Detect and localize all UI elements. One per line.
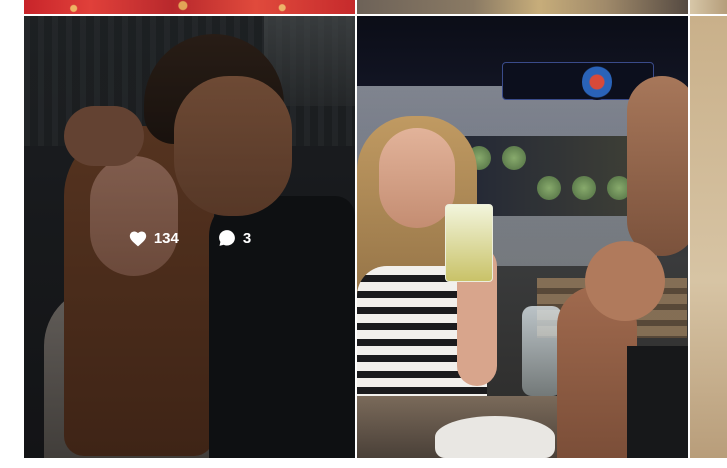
- post-thumbnail-hovered[interactable]: 134 3: [24, 16, 355, 458]
- photo-bowl: [435, 416, 555, 458]
- post-thumbnail[interactable]: [357, 16, 688, 458]
- photo-person-shirt: [627, 346, 688, 458]
- photo-dish: [572, 176, 596, 200]
- likes-count: 134: [153, 229, 179, 247]
- photo-dish: [537, 176, 561, 200]
- photo-person-face: [379, 128, 455, 228]
- photo-dish: [502, 146, 526, 170]
- photo-person-hand: [585, 241, 665, 321]
- comments-stat: 3: [217, 228, 251, 248]
- photo-beer-glass: [445, 204, 493, 282]
- photo-water-bottle: [522, 306, 562, 396]
- heart-icon: [128, 229, 148, 247]
- post-thumbnail-top-right[interactable]: [690, 0, 727, 14]
- post-thumbnail-partial[interactable]: [690, 16, 727, 458]
- photo-shop-logo: [582, 64, 612, 100]
- post-thumbnail-top-left[interactable]: [24, 0, 355, 14]
- comment-icon: [217, 228, 237, 248]
- thumbnail-pattern: [24, 0, 355, 14]
- likes-stat: 134: [128, 228, 179, 248]
- photo-person-face: [627, 76, 688, 256]
- comments-count: 3: [242, 229, 252, 247]
- post-stats: 134 3: [24, 228, 355, 248]
- post-thumbnail-top-middle[interactable]: [357, 0, 688, 14]
